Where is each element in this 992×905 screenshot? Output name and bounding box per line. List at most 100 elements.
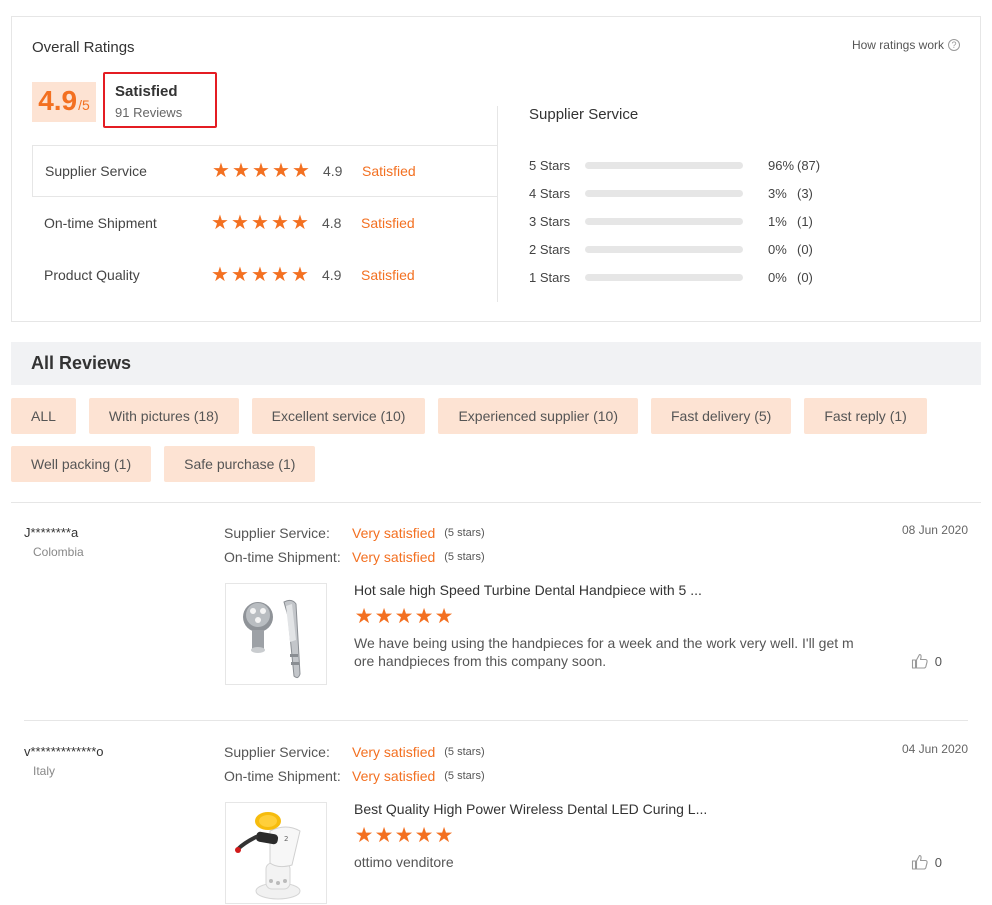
distribution-count: (3) xyxy=(797,185,813,201)
summary-highlight: Satisfied 91 Reviews xyxy=(103,72,217,128)
distribution-count: (87) xyxy=(797,157,821,173)
distribution-bar xyxy=(585,245,743,253)
star-icon: ★ xyxy=(211,264,229,286)
meta-value: Very satisfied xyxy=(352,744,436,760)
distribution-label: 2 Stars xyxy=(529,241,571,257)
meta-key: Supplier Service: xyxy=(224,744,330,760)
all-reviews-title: All Reviews xyxy=(11,342,981,385)
product-thumbnail-handpiece[interactable] xyxy=(225,583,327,685)
overall-score-suffix: /5 xyxy=(78,97,90,113)
star-icon: ★ xyxy=(291,212,309,234)
distribution-bar xyxy=(585,217,743,225)
rating-stars: ★ ★ ★ ★ ★ xyxy=(211,161,323,181)
filter-chip-with-pictures[interactable]: With pictures (18) xyxy=(88,398,239,434)
rating-row-status: Satisfied xyxy=(361,215,415,231)
overall-score-badge: 4.9 /5 xyxy=(32,82,96,122)
thumbs-up-icon xyxy=(911,854,928,870)
star-icon: ★ xyxy=(374,605,394,628)
rating-row-label: Product Quality xyxy=(44,267,140,283)
meta-stars: (5 stars) xyxy=(444,770,485,782)
distribution-percent: 96% xyxy=(768,157,795,173)
review-meta-line: Supplier Service: Very satisfied (5 star… xyxy=(224,521,485,545)
star-icon: ★ xyxy=(251,212,269,234)
review-product-title[interactable]: Hot sale high Speed Turbine Dental Handp… xyxy=(354,582,702,598)
filter-chip-fast-delivery[interactable]: Fast delivery (5) xyxy=(650,398,792,434)
distribution-percent: 1% xyxy=(768,213,787,229)
filter-chip-excellent-service[interactable]: Excellent service (10) xyxy=(251,398,426,434)
star-icon: ★ xyxy=(211,212,229,234)
review-product-title[interactable]: Best Quality High Power Wireless Dental … xyxy=(354,801,707,817)
rating-stars: ★ ★ ★ ★ ★ xyxy=(210,213,322,233)
review-meta-line: Supplier Service: Very satisfied (5 star… xyxy=(224,740,485,764)
overall-ratings-card: Overall Ratings How ratings work ? 4.9 /… xyxy=(11,16,981,322)
meta-key: On-time Shipment: xyxy=(224,549,341,565)
distribution-label: 3 Stars xyxy=(529,213,571,229)
rating-row-supplier-service[interactable]: Supplier Service ★ ★ ★ ★ ★ 4.9 Satisfied xyxy=(32,145,498,197)
filter-chip-experienced-supplier[interactable]: Experienced supplier (10) xyxy=(438,398,638,434)
distribution-count: (0) xyxy=(797,241,813,257)
divider xyxy=(24,720,968,721)
thumbs-up-icon xyxy=(911,653,928,669)
overall-ratings-title: Overall Ratings xyxy=(32,39,135,56)
section-divider xyxy=(497,106,498,302)
distribution-row-1-stars: 1 Stars 0% (0) xyxy=(529,263,849,291)
meta-stars: (5 stars) xyxy=(444,551,485,563)
rating-row-score: 4.8 xyxy=(322,215,342,231)
meta-stars: (5 stars) xyxy=(444,527,485,539)
review-filter-chips: ALL With pictures (18) Excellent service… xyxy=(11,398,971,482)
reviewer-name: J********a xyxy=(24,525,79,540)
overall-score: 4.9 xyxy=(38,85,78,116)
rating-breakdown: Supplier Service ★ ★ ★ ★ ★ 4.9 Satisfied On-… xyxy=(32,145,498,301)
filter-chip-safe-purchase[interactable]: Safe purchase (1) xyxy=(164,446,316,482)
review-rating-stars: ★ ★ ★ ★ ★ xyxy=(354,825,454,846)
like-button[interactable]: 0 xyxy=(911,652,942,670)
how-ratings-work-link[interactable]: How ratings work ? xyxy=(852,38,960,52)
like-button[interactable]: 0 xyxy=(911,853,942,871)
distribution-label: 5 Stars xyxy=(529,157,571,173)
star-icon: ★ xyxy=(271,212,289,234)
filter-chip-well-packing[interactable]: Well packing (1) xyxy=(11,446,152,482)
rating-row-product-quality[interactable]: Product Quality ★ ★ ★ ★ ★ 4.9 Satisfied xyxy=(32,249,498,301)
distribution-row-5-stars: 5 Stars 96% (87) xyxy=(529,151,849,179)
question-circle-icon: ? xyxy=(948,39,960,51)
distribution-label: 4 Stars xyxy=(529,185,571,201)
rating-row-status: Satisfied xyxy=(362,163,416,179)
star-icon: ★ xyxy=(394,605,414,628)
rating-row-score: 4.9 xyxy=(322,267,342,283)
distribution-count: (0) xyxy=(797,269,813,285)
rating-row-label: On-time Shipment xyxy=(44,215,157,231)
distribution-label: 1 Stars xyxy=(529,269,571,285)
star-icon: ★ xyxy=(252,160,270,182)
distribution-bar xyxy=(585,273,743,281)
svg-text:2: 2 xyxy=(284,835,288,843)
distribution-count: (1) xyxy=(797,213,813,229)
rating-row-label: Supplier Service xyxy=(45,163,147,179)
review-date: 08 Jun 2020 xyxy=(901,523,968,537)
distribution-percent: 0% xyxy=(768,241,787,257)
meta-value: Very satisfied xyxy=(352,525,436,541)
distribution-title: Supplier Service xyxy=(529,106,639,123)
reviews-count: 91 Reviews xyxy=(115,105,183,120)
filter-chip-all[interactable]: ALL xyxy=(11,398,76,434)
meta-stars: (5 stars) xyxy=(444,746,485,758)
star-distribution: 5 Stars 96% (87) 4 Stars 3% (3) 3 Stars … xyxy=(529,151,849,291)
reviewer-country: Italy xyxy=(33,764,56,778)
meta-value: Very satisfied xyxy=(352,768,436,784)
star-icon: ★ xyxy=(354,605,374,628)
filter-chip-fast-reply[interactable]: Fast reply (1) xyxy=(804,398,927,434)
distribution-bar xyxy=(585,189,743,197)
dental-curing-light-image: 2 xyxy=(226,803,326,903)
review-rating-stars: ★ ★ ★ ★ ★ xyxy=(354,605,454,628)
star-icon: ★ xyxy=(231,264,249,286)
review-text: We have being using the handpieces for a… xyxy=(354,635,854,669)
review-date: 04 Jun 2020 xyxy=(901,742,968,756)
like-count: 0 xyxy=(934,854,942,870)
product-thumbnail-curing-light[interactable]: 2 xyxy=(225,802,327,904)
review-text: ottimo venditore xyxy=(354,854,454,870)
rating-row-on-time-shipment[interactable]: On-time Shipment ★ ★ ★ ★ ★ 4.8 Satisfied xyxy=(32,197,498,249)
meta-value: Very satisfied xyxy=(352,549,436,565)
review-service-ratings: Supplier Service: Very satisfied (5 star… xyxy=(224,740,485,788)
star-icon: ★ xyxy=(251,264,269,286)
star-icon: ★ xyxy=(231,212,249,234)
review-meta-line: On-time Shipment: Very satisfied (5 star… xyxy=(224,545,485,569)
